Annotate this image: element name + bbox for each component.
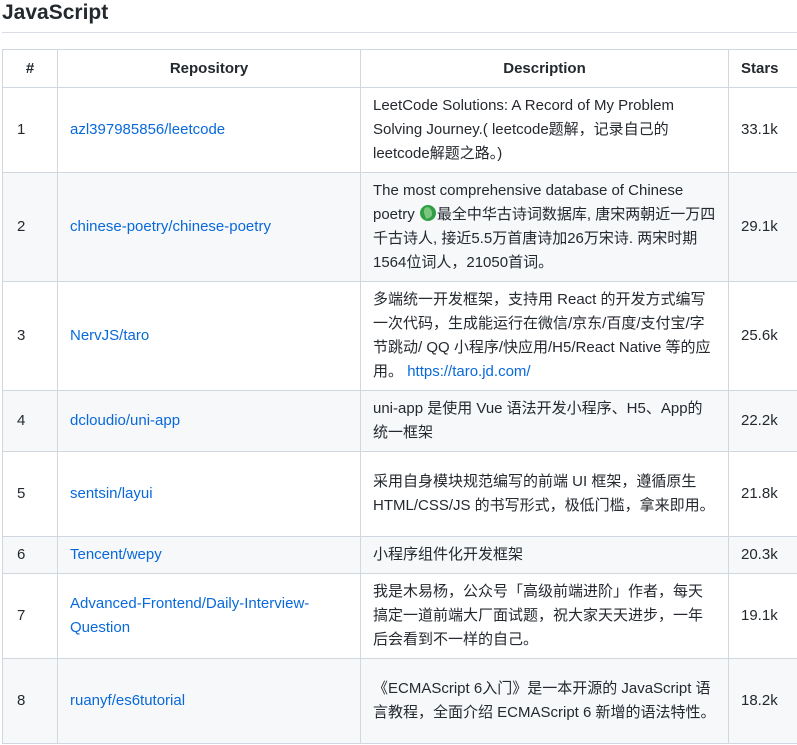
table-row: 3 NervJS/taro 多端统一开发框架，支持用 React 的开发方式编写… [2, 281, 797, 391]
repo-link[interactable]: dcloudio/uni-app [70, 412, 180, 429]
table-row: 5 sentsin/layui 采用自身模块规范编写的前端 UI 框架，遵循原生… [2, 451, 797, 537]
repo-link[interactable]: ruanyf/es6tutorial [70, 692, 185, 709]
row-number: 4 [2, 390, 58, 452]
description-cell: 《ECMAScript 6入门》是一本开源的 JavaScript 语言教程，全… [360, 658, 729, 744]
repo-cell: azl397985856/leetcode [57, 87, 361, 173]
table-header-row: # Repository Description Stars [2, 49, 797, 88]
repo-link[interactable]: sentsin/layui [70, 485, 153, 502]
stars-count: 22.2k [728, 390, 797, 452]
table-row: 4 dcloudio/uni-app uni-app 是使用 Vue 语法开发小… [2, 390, 797, 452]
row-number: 1 [2, 87, 58, 173]
stars-count: 18.2k [728, 658, 797, 744]
section-heading: JavaScript [2, 1, 109, 24]
col-header-number: # [2, 49, 58, 88]
repo-cell: Tencent/wepy [57, 536, 361, 574]
description-cell: 小程序组件化开发框架 [360, 536, 729, 574]
row-number: 5 [2, 451, 58, 537]
stars-count: 29.1k [728, 172, 797, 282]
col-header-stars: Stars [728, 49, 797, 88]
repo-link[interactable]: Advanced-Frontend/Daily-Interview-Questi… [70, 595, 309, 636]
description-cell: 多端统一开发框架，支持用 React 的开发方式编写一次代码，生成能运行在微信/… [360, 281, 729, 391]
repo-cell: dcloudio/uni-app [57, 390, 361, 452]
repo-link[interactable]: Tencent/wepy [70, 546, 162, 563]
stars-count: 21.8k [728, 451, 797, 537]
col-header-repository: Repository [57, 49, 361, 88]
repo-cell: chinese-poetry/chinese-poetry [57, 172, 361, 282]
row-number: 3 [2, 281, 58, 391]
row-number: 7 [2, 573, 58, 659]
row-number: 2 [2, 172, 58, 282]
description-cell: uni-app 是使用 Vue 语法开发小程序、H5、App的统一框架 [360, 390, 729, 452]
homepage-link[interactable]: https://taro.jd.com/ [407, 363, 530, 380]
repo-link[interactable]: NervJS/taro [70, 327, 149, 344]
row-number: 8 [2, 658, 58, 744]
table-row: 8 ruanyf/es6tutorial 《ECMAScript 6入门》是一本… [2, 658, 797, 744]
heading-divider [2, 32, 797, 33]
description-cell: 我是木易杨，公众号「高级前端进阶」作者，每天搞定一道前端大厂面试题，祝大家天天进… [360, 573, 729, 659]
stars-count: 25.6k [728, 281, 797, 391]
repo-link[interactable]: azl397985856/leetcode [70, 121, 225, 138]
row-number: 6 [2, 536, 58, 574]
table-row: 7 Advanced-Frontend/Daily-Interview-Ques… [2, 573, 797, 659]
repo-cell: ruanyf/es6tutorial [57, 658, 361, 744]
table-row: 2 chinese-poetry/chinese-poetry The most… [2, 172, 797, 282]
repo-cell: Advanced-Frontend/Daily-Interview-Questi… [57, 573, 361, 659]
repo-link[interactable]: chinese-poetry/chinese-poetry [70, 218, 271, 235]
repo-cell: sentsin/layui [57, 451, 361, 537]
table-row: 1 azl397985856/leetcode LeetCode Solutio… [2, 87, 797, 173]
repo-cell: NervJS/taro [57, 281, 361, 391]
description-line: leetcode解题之路。) [373, 145, 503, 162]
col-header-description: Description [360, 49, 729, 88]
stars-count: 20.3k [728, 536, 797, 574]
description-line: Solving Journey.( leetcode题解，记录自己的 [373, 121, 669, 138]
description-cell: LeetCode Solutions: A Record of My Probl… [360, 87, 729, 173]
stars-count: 33.1k [728, 87, 797, 173]
repo-table: # Repository Description Stars 1 azl3979… [2, 49, 797, 744]
stars-count: 19.1k [728, 573, 797, 659]
description-cell: The most comprehensive database of Chine… [360, 172, 729, 282]
herb-icon [419, 205, 436, 221]
description-line: LeetCode Solutions: A Record of My Probl… [373, 97, 674, 114]
description-cell: 采用自身模块规范编写的前端 UI 框架，遵循原生 HTML/CSS/JS 的书写… [360, 451, 729, 537]
table-row: 6 Tencent/wepy 小程序组件化开发框架 20.3k [2, 536, 797, 574]
